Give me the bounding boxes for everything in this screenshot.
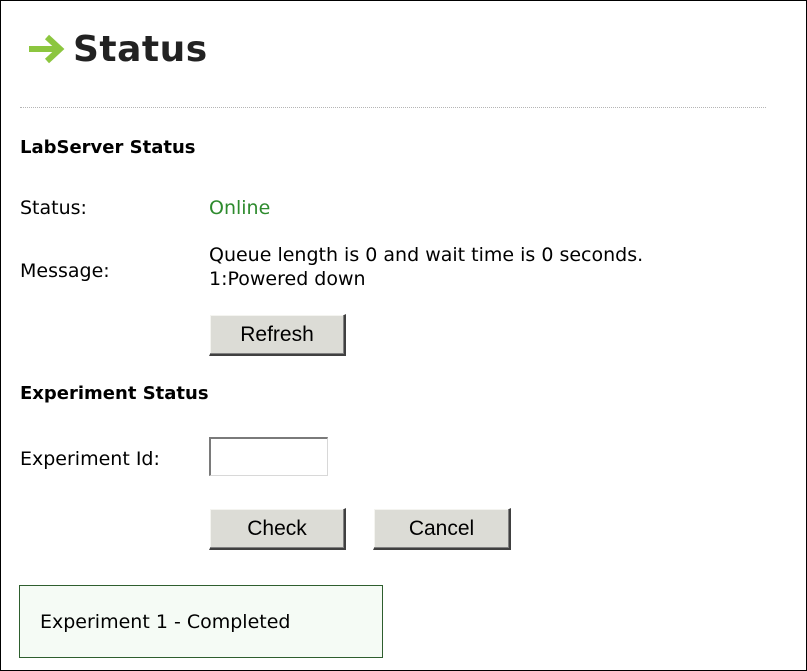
experiment-result-text: Experiment 1 - Completed <box>40 610 291 633</box>
status-value: Online <box>209 197 271 219</box>
refresh-button[interactable]: Refresh <box>209 314 346 356</box>
message-value: Queue length is 0 and wait time is 0 sec… <box>209 243 643 291</box>
experiment-status-heading: Experiment Status <box>20 383 209 404</box>
divider <box>20 107 766 108</box>
page-title: Status <box>73 28 208 70</box>
right-arrow-icon <box>29 34 65 64</box>
experiment-id-input[interactable] <box>209 437 328 476</box>
message-line-1: Queue length is 0 and wait time is 0 sec… <box>209 244 644 266</box>
experiment-result-box: Experiment 1 - Completed <box>19 585 383 658</box>
cancel-button[interactable]: Cancel <box>373 508 511 550</box>
page-heading: Status <box>27 24 208 74</box>
status-page: Status LabServer Status Status: Online M… <box>0 0 807 671</box>
labserver-status-heading: LabServer Status <box>20 137 196 158</box>
check-button[interactable]: Check <box>209 508 346 550</box>
experiment-id-label: Experiment Id: <box>20 448 160 470</box>
status-label: Status: <box>20 197 87 219</box>
message-line-2: 1:Powered down <box>209 268 366 290</box>
message-label: Message: <box>20 260 110 282</box>
